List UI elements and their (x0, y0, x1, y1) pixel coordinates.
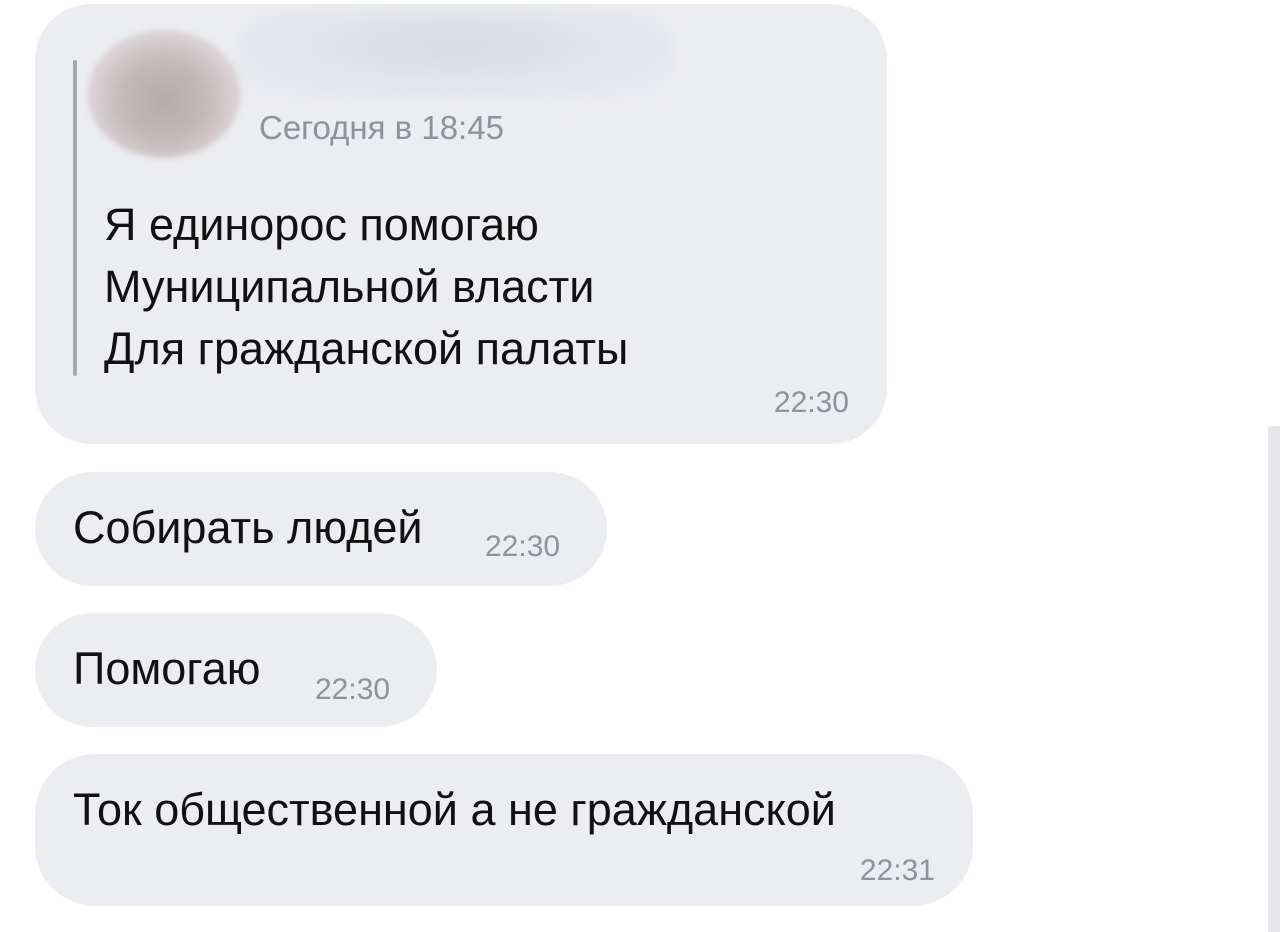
forwarded-text-line: Для гражданской палаты (104, 323, 629, 374)
message-bubble[interactable]: Ток общественной а не гражданской 22:31 (35, 754, 973, 906)
message-time: 22:31 (859, 854, 935, 887)
forwarded-sender-avatar[interactable] (87, 30, 241, 158)
forwarded-message-date: Сегодня в 18:45 (259, 109, 504, 146)
message-bubble[interactable]: Помогаю 22:30 (35, 613, 437, 727)
message-text: Собирать людей (73, 502, 423, 553)
message-time: 22:30 (773, 386, 849, 419)
message-text: Ток общественной а не гражданской (73, 784, 836, 835)
message-bubble[interactable]: Собирать людей 22:30 (35, 472, 607, 586)
forwarded-message-bubble[interactable]: Сегодня в 18:45 Я единорос помогаю Муниц… (35, 4, 887, 444)
forwarded-text-line: Я единорос помогаю (104, 199, 539, 250)
forward-quote-bar (73, 60, 77, 376)
message-time: 22:30 (315, 673, 391, 706)
forwarded-message-text: Я единорос помогаю Муниципальной власти … (104, 194, 628, 380)
forwarded-text-line: Муниципальной власти (104, 261, 595, 312)
forwarded-sender-name-blurred (235, 10, 675, 100)
message-text: Помогаю (73, 643, 261, 694)
scrollbar[interactable] (1268, 426, 1280, 932)
message-time: 22:30 (485, 530, 561, 563)
chat-view: Сегодня в 18:45 Я единорос помогаю Муниц… (0, 0, 1280, 932)
